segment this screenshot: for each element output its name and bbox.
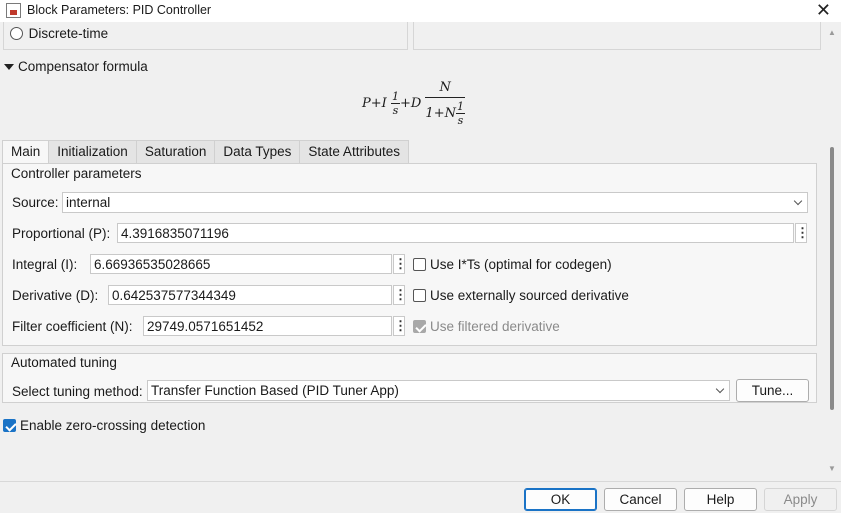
- derivative-label: Derivative (D):: [12, 288, 99, 303]
- close-icon[interactable]: ✕: [816, 0, 831, 21]
- tab-bar: Main Initialization Saturation Data Type…: [2, 140, 409, 164]
- zero-crossing-label: Enable zero-crossing detection: [20, 418, 206, 433]
- automated-tuning-group: Automated tuning Select tuning method: T…: [2, 353, 817, 403]
- tab-main[interactable]: Main: [2, 140, 50, 164]
- tab-saturation[interactable]: Saturation: [135, 140, 216, 163]
- filter-coefficient-label: Filter coefficient (N):: [12, 319, 133, 334]
- title-bar: Block Parameters: PID Controller ✕: [0, 0, 841, 22]
- filter-coefficient-input[interactable]: 29749.0571651452: [143, 316, 392, 336]
- tuning-method-value: Transfer Function Based (PID Tuner App): [151, 383, 399, 398]
- cancel-button[interactable]: Cancel: [604, 488, 677, 511]
- source-dropdown[interactable]: internal: [62, 192, 808, 213]
- proportional-label: Proportional (P):: [12, 226, 111, 241]
- filter-coefficient-more-icon[interactable]: ⋮: [393, 316, 407, 336]
- derivative-input[interactable]: 0.642537577344349: [108, 285, 392, 305]
- chevron-down-icon: [715, 384, 725, 394]
- tuning-method-dropdown[interactable]: Transfer Function Based (PID Tuner App): [147, 380, 730, 401]
- vertical-scrollbar[interactable]: ▲ ▼: [826, 22, 841, 481]
- tab-initialization[interactable]: Initialization: [48, 140, 137, 163]
- collapse-triangle-icon[interactable]: [4, 64, 14, 71]
- scroll-up-icon[interactable]: ▲: [828, 28, 836, 37]
- compensator-formula: P+I 1 s +D N 1+N 1 s: [362, 80, 465, 127]
- integral-input[interactable]: 6.66936535028665: [90, 254, 392, 274]
- controller-parameters-panel: Controller parameters Source: internal P…: [2, 163, 817, 346]
- integral-label: Integral (I):: [12, 257, 78, 272]
- automated-tuning-title: Automated tuning: [11, 355, 117, 370]
- ok-button[interactable]: OK: [524, 488, 597, 511]
- use-its-label: Use I*Ts (optimal for codegen): [430, 257, 612, 272]
- controller-parameters-title: Controller parameters: [11, 166, 142, 181]
- zero-crossing-checkbox[interactable]: [3, 419, 16, 432]
- compensator-formula-label: Compensator formula: [18, 59, 148, 74]
- external-derivative-label: Use externally sourced derivative: [430, 288, 629, 303]
- compensator-formula-header[interactable]: Compensator formula: [4, 59, 148, 74]
- form-group: [413, 22, 821, 50]
- dialog-footer: OK Cancel Help Apply: [0, 481, 841, 513]
- discrete-time-radio[interactable]: [10, 27, 23, 41]
- scrollbar-thumb[interactable]: [830, 147, 834, 410]
- apply-button[interactable]: Apply: [764, 488, 837, 511]
- filtered-derivative-label: Use filtered derivative: [430, 319, 560, 334]
- tune-button[interactable]: Tune...: [736, 379, 809, 402]
- block-parameters-icon: [6, 3, 21, 18]
- source-label: Source:: [12, 195, 59, 210]
- proportional-more-icon[interactable]: ⋮: [795, 223, 809, 243]
- use-its-checkbox[interactable]: [413, 258, 426, 271]
- filtered-derivative-checkbox: [413, 320, 426, 333]
- derivative-more-icon[interactable]: ⋮: [393, 285, 407, 305]
- external-derivative-checkbox[interactable]: [413, 289, 426, 302]
- discrete-time-label: Discrete-time: [28, 26, 109, 42]
- tab-state-attributes[interactable]: State Attributes: [299, 140, 409, 163]
- window-title: Block Parameters: PID Controller: [27, 3, 212, 17]
- chevron-down-icon: [793, 196, 803, 206]
- tab-data-types[interactable]: Data Types: [214, 140, 301, 163]
- scroll-down-icon[interactable]: ▼: [828, 464, 836, 473]
- integral-more-icon[interactable]: ⋮: [393, 254, 407, 274]
- tuning-method-label: Select tuning method:: [12, 384, 143, 399]
- proportional-input[interactable]: 4.3916835071196: [117, 223, 794, 243]
- dialog-content: Discrete-time Compensator formula P+I 1s…: [0, 22, 826, 481]
- discrete-time-option[interactable]: Discrete-time: [10, 25, 108, 41]
- help-button[interactable]: Help: [684, 488, 757, 511]
- source-value: internal: [66, 195, 111, 210]
